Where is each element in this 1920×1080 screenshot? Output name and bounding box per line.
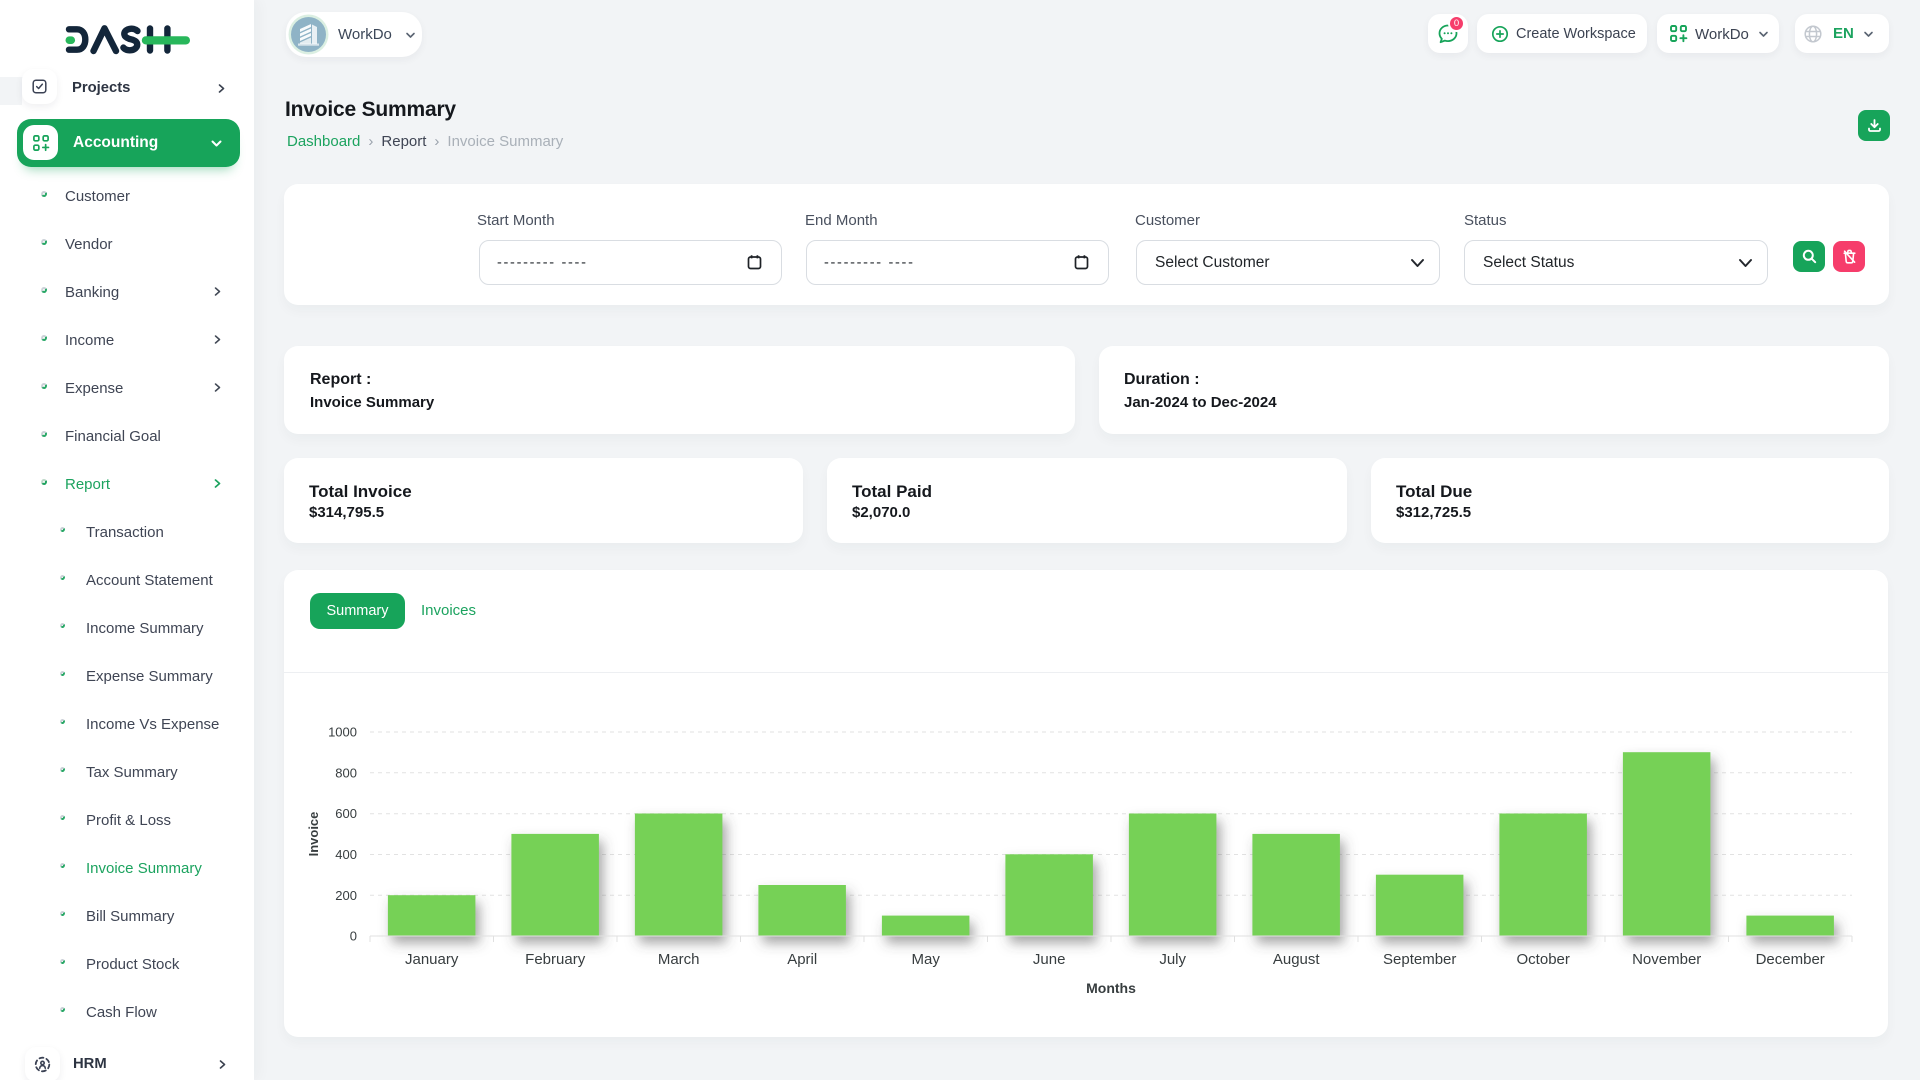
svg-text:August: August: [1273, 951, 1321, 968]
svg-text:May: May: [912, 951, 941, 968]
svg-text:600: 600: [335, 806, 357, 821]
svg-text:Invoice: Invoice: [306, 812, 321, 857]
svg-text:July: July: [1159, 951, 1186, 968]
svg-text:400: 400: [335, 847, 357, 862]
svg-text:January: January: [405, 951, 459, 968]
svg-text:April: April: [787, 951, 817, 968]
svg-text:March: March: [658, 951, 700, 968]
svg-text:September: September: [1383, 951, 1456, 968]
svg-text:December: December: [1756, 951, 1825, 968]
svg-text:0: 0: [350, 929, 357, 944]
svg-text:June: June: [1033, 951, 1066, 968]
svg-text:February: February: [525, 951, 586, 968]
svg-text:Months: Months: [1086, 980, 1136, 996]
svg-text:1000: 1000: [328, 725, 357, 740]
svg-text:200: 200: [335, 888, 357, 903]
svg-text:800: 800: [335, 765, 357, 780]
svg-text:November: November: [1632, 951, 1701, 968]
svg-text:October: October: [1517, 951, 1570, 968]
